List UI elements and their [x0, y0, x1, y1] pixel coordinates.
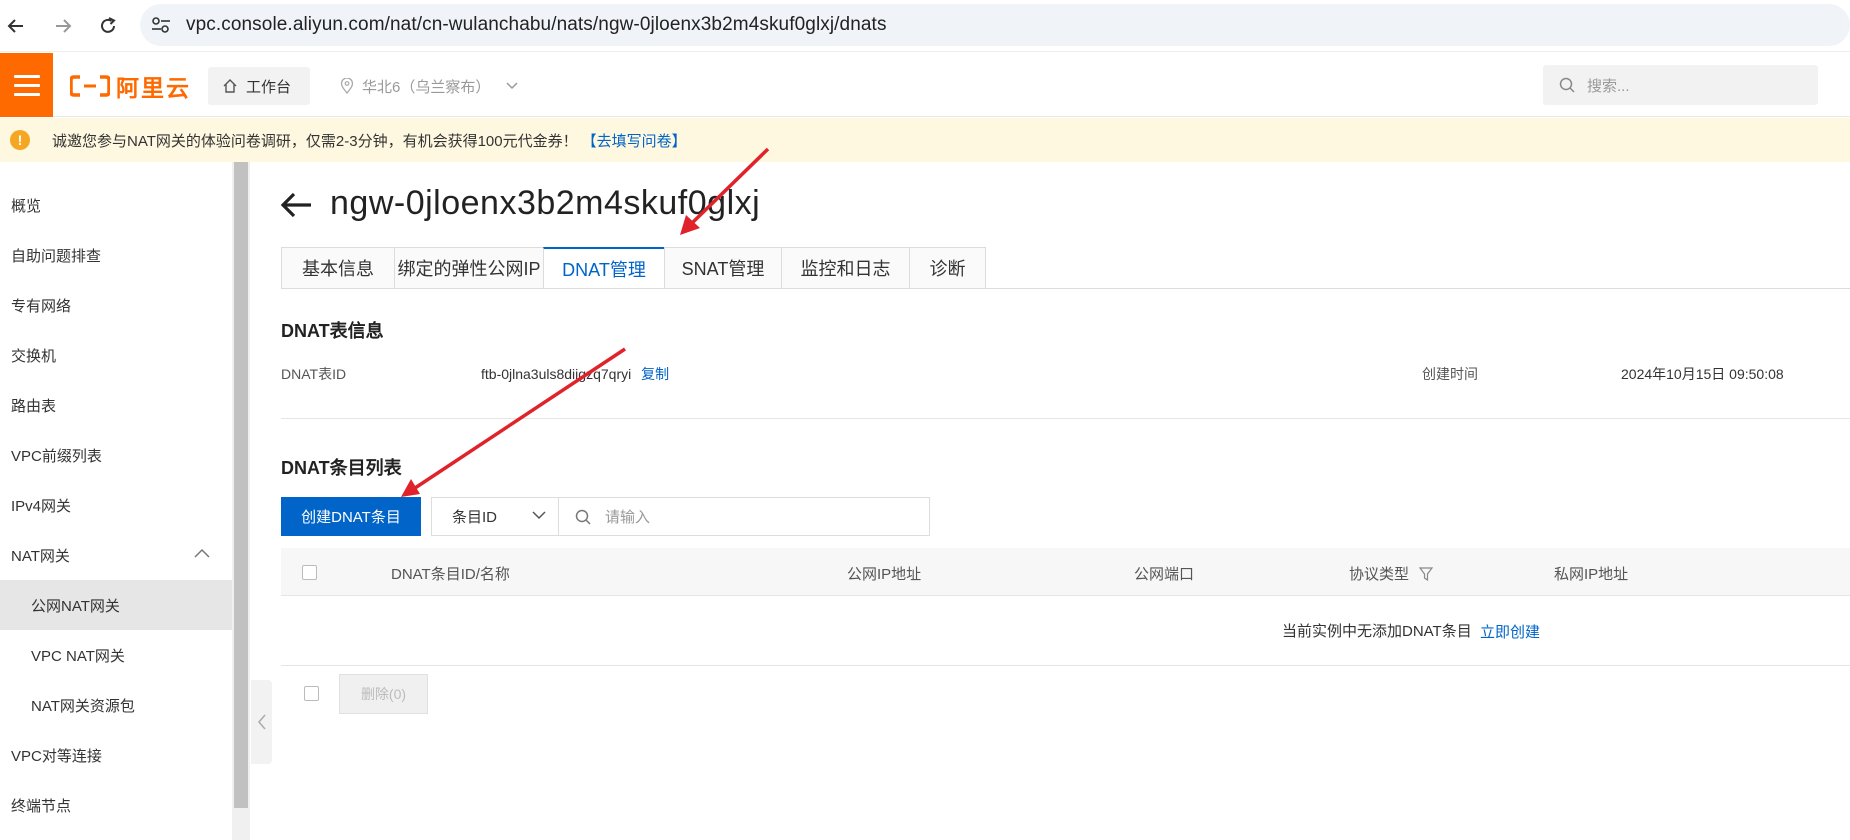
sidebar-item-label: 概览	[11, 197, 42, 215]
sidebar: 概览 自助问题排查 专有网络 交换机 路由表 VPC前缀列表 IPv4网关 NA…	[0, 162, 232, 840]
browser-toolbar: vpc.console.aliyun.com/nat/cn-wulanchabu…	[0, 0, 1850, 52]
tab-bound-eip[interactable]: 绑定的弹性公网IP	[394, 247, 543, 289]
create-now-link[interactable]: 立即创建	[1480, 621, 1540, 642]
aliyun-logo-mark-icon	[70, 75, 110, 97]
back-arrow-icon[interactable]	[280, 190, 314, 220]
page-title: ngw-0jloenx3b2m4skuf0glxj	[330, 184, 761, 222]
sidebar-item-label: 公网NAT网关	[31, 597, 120, 615]
forward-icon[interactable]	[47, 10, 79, 42]
sidebar-item-label: NAT网关资源包	[31, 697, 135, 715]
section-divider	[281, 418, 1850, 419]
dnat-table-id-part: ftb-0jlna3uls8dii	[481, 366, 579, 382]
tab-snat[interactable]: SNAT管理	[664, 247, 781, 289]
filter-search-input[interactable]: 请输入	[558, 497, 930, 536]
column-header-protocol[interactable]: 协议类型	[1349, 563, 1434, 584]
tab-basic-info[interactable]: 基本信息	[281, 247, 394, 289]
main-content: ngw-0jloenx3b2m4skuf0glxj 基本信息 绑定的弹性公网IP…	[272, 162, 1850, 840]
global-search-input[interactable]: 搜索...	[1543, 65, 1818, 105]
region-label: 华北6（乌兰察布）	[362, 78, 491, 96]
sidebar-collapse-handle[interactable]	[251, 680, 272, 764]
survey-link[interactable]: 【去填写问卷】	[582, 130, 687, 151]
table-header: DNAT条目ID/名称 公网IP地址 公网端口 协议类型 私网IP地址	[281, 548, 1850, 596]
delete-button[interactable]: 删除(0)	[339, 674, 428, 714]
created-time-value: 2024年10月15日 09:50:08	[1621, 366, 1784, 382]
home-icon	[223, 79, 237, 93]
tab-dnat[interactable]: DNAT管理	[543, 247, 664, 289]
dnat-table-id-label: DNAT表ID	[281, 366, 347, 382]
sidebar-item-public-nat[interactable]: 公网NAT网关	[0, 580, 232, 630]
notice-text: 诚邀您参与NAT网关的体验问卷调研，仅需2-3分钟，有机会获得100元代金券！	[52, 132, 578, 150]
sidebar-item-label: 专有网络	[11, 297, 72, 315]
search-icon	[575, 509, 591, 525]
filter-field-select[interactable]: 条目ID	[431, 497, 559, 536]
console-topbar: 阿里云 工作台 华北6（乌兰察布） 搜索...	[0, 53, 1850, 117]
chevron-left-icon	[257, 714, 266, 730]
sidebar-item-label: IPv4网关	[11, 497, 72, 515]
sidebar-item-label: 终端节点	[11, 797, 72, 815]
column-header-protocol-label: 协议类型	[1349, 566, 1410, 583]
sidebar-item-overview[interactable]: 概览	[0, 180, 232, 230]
sidebar-item-self-troubleshoot[interactable]: 自助问题排查	[0, 230, 232, 280]
sidebar-item-label: VPC NAT网关	[31, 647, 125, 665]
search-icon	[1559, 77, 1575, 93]
workbench-button[interactable]: 工作台	[208, 67, 310, 105]
sidebar-item-ipv4-gateway[interactable]: IPv4网关	[0, 480, 232, 530]
column-header-entry-id[interactable]: DNAT条目ID/名称	[391, 563, 510, 584]
select-all-checkbox[interactable]	[302, 565, 317, 580]
sidebar-scrollbar-thumb[interactable]	[234, 162, 248, 808]
bulk-select-checkbox[interactable]	[304, 686, 319, 701]
dnat-table-id-tail: gzq7qryi	[578, 366, 632, 382]
url-text: vpc.console.aliyun.com/nat/cn-wulanchabu…	[186, 14, 887, 35]
sidebar-item-nat-gateway[interactable]: NAT网关	[0, 530, 232, 580]
filter-funnel-icon[interactable]	[1418, 567, 1434, 582]
sidebar-item-prefix-list[interactable]: VPC前缀列表	[0, 430, 232, 480]
column-header-public-port[interactable]: 公网端口	[1134, 563, 1194, 584]
brand-name: 阿里云	[116, 75, 191, 101]
warning-icon: !	[10, 130, 30, 150]
tab-monitoring-logs[interactable]: 监控和日志	[781, 247, 909, 289]
sidebar-item-label: NAT网关	[11, 547, 70, 565]
survey-notice-banner: ! 诚邀您参与NAT网关的体验问卷调研，仅需2-3分钟，有机会获得100元代金券…	[0, 118, 1850, 162]
chevron-down-icon	[506, 82, 518, 90]
sidebar-item-vpc-nat[interactable]: VPC NAT网关	[0, 630, 232, 680]
address-bar[interactable]: vpc.console.aliyun.com/nat/cn-wulanchabu…	[140, 4, 1850, 46]
dnat-table-id-value: ftb-0jlna3uls8diigzq7qryi 复制	[481, 364, 669, 384]
workbench-label: 工作台	[246, 78, 292, 96]
create-dnat-button[interactable]: 创建DNAT条目	[281, 497, 421, 536]
location-pin-icon	[340, 78, 354, 94]
reload-icon[interactable]	[92, 10, 124, 42]
chevron-up-icon	[194, 548, 210, 558]
sidebar-item-endpoint[interactable]: 终端节点	[0, 780, 232, 830]
filter-field-value: 条目ID	[452, 509, 498, 526]
sidebar-item-label: 交换机	[11, 347, 57, 365]
chevron-down-icon	[532, 511, 546, 520]
sidebar-item-label: VPC前缀列表	[11, 447, 102, 465]
tab-bar: 基本信息 绑定的弹性公网IP DNAT管理 SNAT管理 监控和日志 诊断	[281, 247, 986, 289]
filter-placeholder: 请输入	[605, 509, 651, 526]
sidebar-item-vpc-peering[interactable]: VPC对等连接	[0, 730, 232, 780]
search-placeholder: 搜索...	[1587, 77, 1630, 95]
menu-icon[interactable]	[0, 53, 53, 117]
sidebar-item-nat-resource-pack[interactable]: NAT网关资源包	[0, 680, 232, 730]
site-settings-icon[interactable]	[150, 15, 172, 35]
tab-diagnose[interactable]: 诊断	[909, 247, 986, 289]
region-selector[interactable]: 华北6（乌兰察布）	[340, 71, 518, 101]
sidebar-item-label: 自助问题排查	[11, 247, 102, 265]
dnat-list-title: DNAT条目列表	[281, 458, 402, 478]
sidebar-item-label: 路由表	[11, 397, 57, 415]
column-header-public-ip[interactable]: 公网IP地址	[847, 563, 921, 584]
table-empty-row: 当前实例中无添加DNAT条目 立即创建	[281, 596, 1850, 666]
copy-link[interactable]: 复制	[641, 366, 669, 382]
sidebar-item-label: VPC对等连接	[11, 747, 102, 765]
sidebar-item-vpc[interactable]: 专有网络	[0, 280, 232, 330]
back-icon[interactable]	[0, 10, 32, 42]
sidebar-item-vswitch[interactable]: 交换机	[0, 330, 232, 380]
empty-state-text: 当前实例中无添加DNAT条目	[1282, 623, 1472, 640]
sidebar-item-route-table[interactable]: 路由表	[0, 380, 232, 430]
tab-underline	[281, 288, 1850, 289]
dnat-info-title: DNAT表信息	[281, 321, 384, 341]
column-header-private-ip[interactable]: 私网IP地址	[1554, 563, 1628, 584]
aliyun-logo[interactable]: 阿里云	[70, 71, 191, 101]
created-time-label: 创建时间	[1422, 366, 1478, 382]
